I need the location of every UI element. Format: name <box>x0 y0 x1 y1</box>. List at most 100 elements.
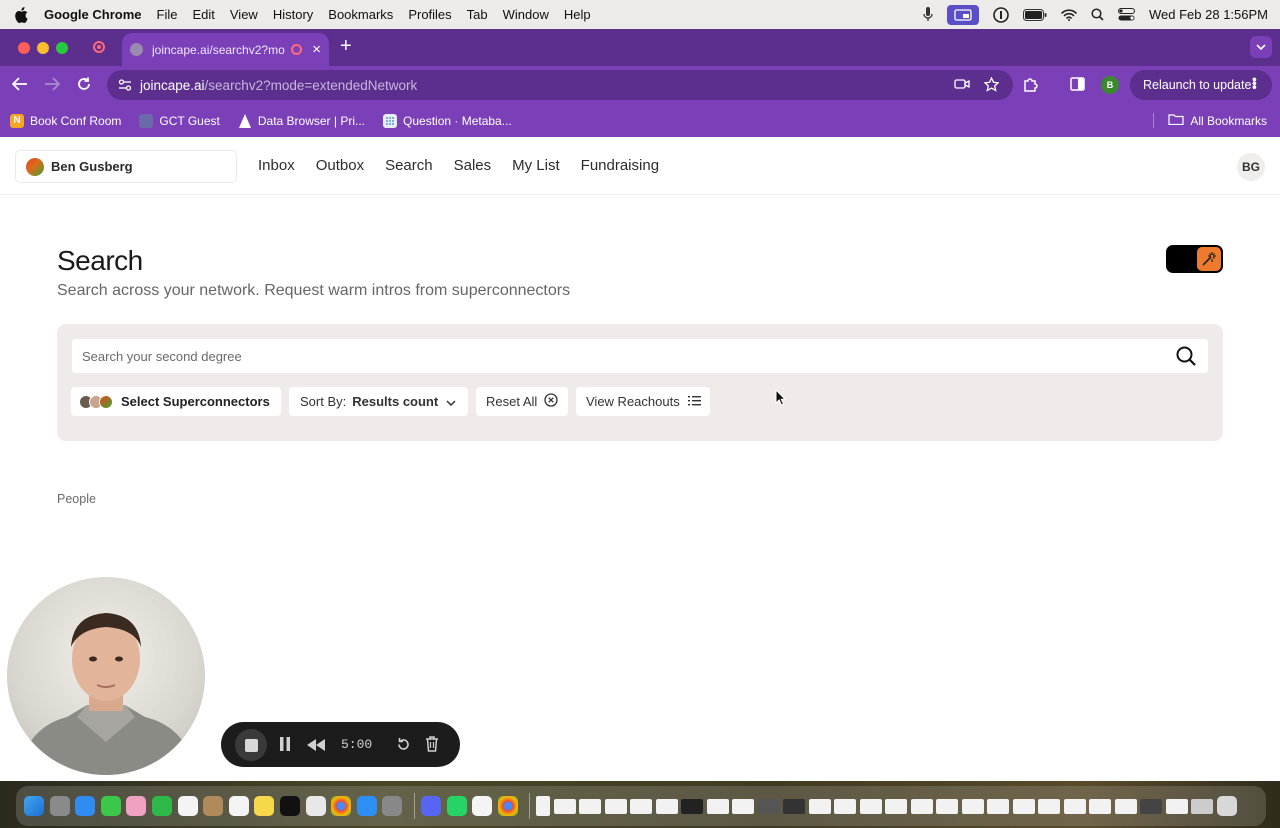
menu-edit[interactable]: Edit <box>192 7 214 22</box>
app-store-icon[interactable] <box>356 796 377 816</box>
sort-dropdown[interactable]: Sort By: Results count <box>289 387 468 416</box>
reload-button[interactable] <box>77 77 91 91</box>
minimized-window-thumbnail[interactable] <box>553 798 576 814</box>
menu-history[interactable]: History <box>273 7 313 22</box>
select-superconnectors-button[interactable]: Select Superconnectors <box>71 387 281 416</box>
rewind-icon[interactable] <box>307 738 325 756</box>
battery-icon[interactable] <box>1023 8 1047 21</box>
minimized-window-thumbnail[interactable] <box>757 798 780 814</box>
bookmark-data-browser[interactable]: Data Browser | Pri... <box>238 113 365 128</box>
trash-can-icon[interactable] <box>1216 796 1237 816</box>
apple-tv-icon[interactable] <box>279 796 300 816</box>
search-icon[interactable] <box>1176 346 1196 366</box>
all-bookmarks-button[interactable]: All Bookmarks <box>1153 113 1267 128</box>
camera-in-use-icon[interactable] <box>954 77 970 95</box>
whatsapp-icon[interactable] <box>446 796 467 816</box>
search-input[interactable] <box>72 339 1208 373</box>
menu-window[interactable]: Window <box>503 7 549 22</box>
minimized-window-thumbnail[interactable] <box>1140 798 1163 814</box>
bookmark-book-conf-room[interactable]: N Book Conf Room <box>10 113 121 128</box>
minimized-window-thumbnail[interactable] <box>536 796 551 816</box>
wifi-icon[interactable] <box>1061 8 1077 21</box>
menu-tab[interactable]: Tab <box>467 7 488 22</box>
maximize-window-button[interactable] <box>56 42 68 54</box>
new-tab-button[interactable]: + <box>340 36 352 56</box>
minimized-window-thumbnail[interactable] <box>808 798 831 814</box>
tab-joincape[interactable]: joincape.ai/searchv2?mod × <box>122 33 329 66</box>
messages-icon[interactable] <box>100 796 121 816</box>
microphone-icon[interactable] <box>923 7 933 22</box>
control-center-icon[interactable] <box>1118 8 1135 21</box>
extensions-puzzle-icon[interactable] <box>1022 76 1039 93</box>
side-panel-icon[interactable] <box>1070 77 1085 91</box>
reminders-icon[interactable] <box>228 796 249 816</box>
system-settings-icon[interactable] <box>382 796 403 816</box>
minimized-window-thumbnail[interactable] <box>732 798 755 814</box>
minimize-window-button[interactable] <box>37 42 49 54</box>
menu-help[interactable]: Help <box>564 7 591 22</box>
minimized-window-thumbnail[interactable] <box>910 798 933 814</box>
bookmark-star-icon[interactable] <box>983 76 1000 95</box>
photos-icon[interactable] <box>126 796 147 816</box>
bookmark-gct-guest[interactable]: GCT Guest <box>139 113 220 128</box>
password-manager-icon[interactable] <box>993 6 1009 23</box>
chrome-canary-icon[interactable] <box>497 796 518 816</box>
minimized-window-thumbnail[interactable] <box>706 798 729 814</box>
minimized-window-thumbnail[interactable] <box>1165 798 1188 814</box>
site-info-icon[interactable] <box>118 79 132 91</box>
minimized-window-thumbnail[interactable] <box>1063 798 1086 814</box>
trash-icon[interactable] <box>425 736 439 757</box>
apple-logo-icon[interactable] <box>14 6 30 23</box>
minimized-window-thumbnail[interactable] <box>783 798 806 814</box>
user-switcher[interactable]: Ben Gusberg <box>15 150 237 183</box>
forward-button[interactable] <box>44 77 60 91</box>
chrome-icon[interactable] <box>331 796 352 816</box>
tab-search-button[interactable] <box>1250 36 1272 58</box>
minimized-window-thumbnail[interactable] <box>655 798 678 814</box>
restart-icon[interactable] <box>396 737 411 757</box>
reset-all-button[interactable]: Reset All <box>476 387 568 416</box>
minimized-window-thumbnail[interactable] <box>1038 798 1061 814</box>
minimized-window-thumbnail[interactable] <box>1191 798 1214 814</box>
stop-recording-button[interactable] <box>235 729 267 761</box>
minimized-window-thumbnail[interactable] <box>579 798 602 814</box>
minimized-window-thumbnail[interactable] <box>936 798 959 814</box>
nav-search[interactable]: Search <box>385 157 433 174</box>
menu-file[interactable]: File <box>157 7 178 22</box>
nav-fundraising[interactable]: Fundraising <box>581 157 659 174</box>
calendar-icon[interactable] <box>177 796 198 816</box>
minimized-window-thumbnail[interactable] <box>1089 798 1112 814</box>
nav-my-list[interactable]: My List <box>512 157 560 174</box>
maps-icon[interactable] <box>305 796 326 816</box>
menu-view[interactable]: View <box>230 7 258 22</box>
notes-icon[interactable] <box>254 796 275 816</box>
minimized-window-thumbnail[interactable] <box>630 798 653 814</box>
nav-sales[interactable]: Sales <box>454 157 492 174</box>
view-reachouts-button[interactable]: View Reachouts <box>576 387 710 416</box>
webcam-overlay[interactable] <box>7 577 205 775</box>
address-bar[interactable]: joincape.ai /searchv2?mode=extendedNetwo… <box>107 70 1013 100</box>
account-avatar[interactable]: BG <box>1237 153 1265 181</box>
minimized-window-thumbnail[interactable] <box>859 798 882 814</box>
menu-app-name[interactable]: Google Chrome <box>44 7 142 22</box>
relaunch-to-update-button[interactable]: Relaunch to update ••• <box>1130 70 1272 100</box>
close-window-button[interactable] <box>18 42 30 54</box>
minimized-window-thumbnail[interactable] <box>834 798 857 814</box>
minimized-window-thumbnail[interactable] <box>1012 798 1035 814</box>
facetime-icon[interactable] <box>151 796 172 816</box>
safari-icon[interactable] <box>75 796 96 816</box>
minimized-window-thumbnail[interactable] <box>604 798 627 814</box>
nav-inbox[interactable]: Inbox <box>258 157 295 174</box>
finder-icon[interactable] <box>24 796 44 816</box>
screen-sharing-icon[interactable] <box>947 4 979 25</box>
discord-icon[interactable] <box>420 796 441 816</box>
slack-icon[interactable] <box>472 796 493 816</box>
minimized-window-thumbnail[interactable] <box>885 798 908 814</box>
back-button[interactable] <box>12 77 28 91</box>
bookmark-question-metabase[interactable]: Question · Metaba... <box>383 113 512 128</box>
clock[interactable]: Wed Feb 28 1:56PM <box>1149 7 1268 22</box>
pause-icon[interactable] <box>279 737 291 756</box>
minimized-window-thumbnail[interactable] <box>987 798 1010 814</box>
minimized-window-thumbnail[interactable] <box>961 798 984 814</box>
minimized-window-thumbnail[interactable] <box>1114 798 1137 814</box>
